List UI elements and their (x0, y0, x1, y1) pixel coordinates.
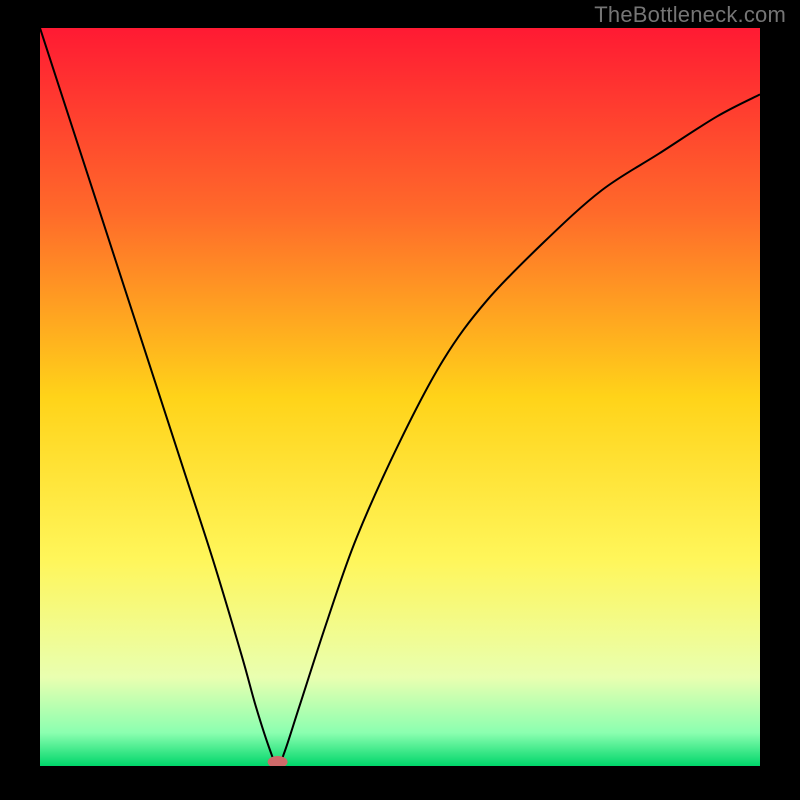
watermark-text: TheBottleneck.com (594, 2, 786, 28)
chart-svg (40, 28, 760, 766)
chart-frame: TheBottleneck.com (0, 0, 800, 800)
gradient-background (40, 28, 760, 766)
plot-area (40, 28, 760, 766)
